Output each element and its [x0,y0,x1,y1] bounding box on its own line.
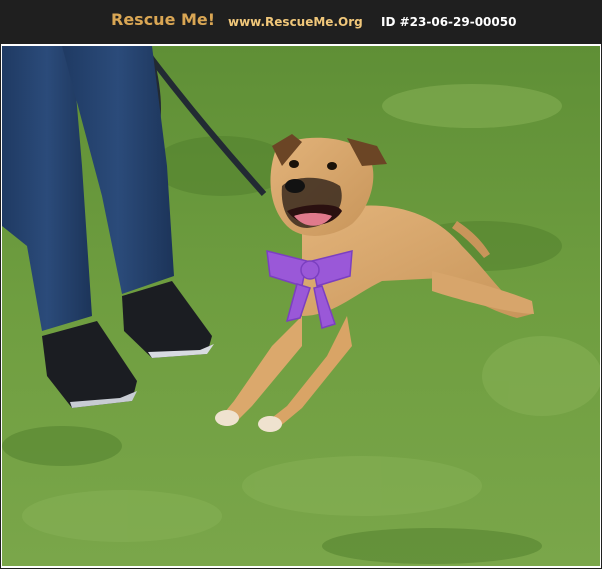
dog-paw-left [215,410,239,426]
dog-photo [2,46,600,566]
dog-eye-left [289,160,299,168]
dog-nose [285,179,305,193]
dog-paw-right [258,416,282,432]
listing-id: ID #23-06-29-00050 [381,15,517,29]
brand-logo-text[interactable]: Rescue Me! [111,10,215,29]
dog-eye-right [327,162,337,170]
dog-photo-illustration [2,46,600,566]
site-link[interactable]: www.RescueMe.Org [228,15,363,29]
listing-frame: Rescue Me! www.RescueMe.Org ID #23-06-29… [0,0,602,569]
header-bar: Rescue Me! www.RescueMe.Org ID #23-06-29… [1,1,601,44]
